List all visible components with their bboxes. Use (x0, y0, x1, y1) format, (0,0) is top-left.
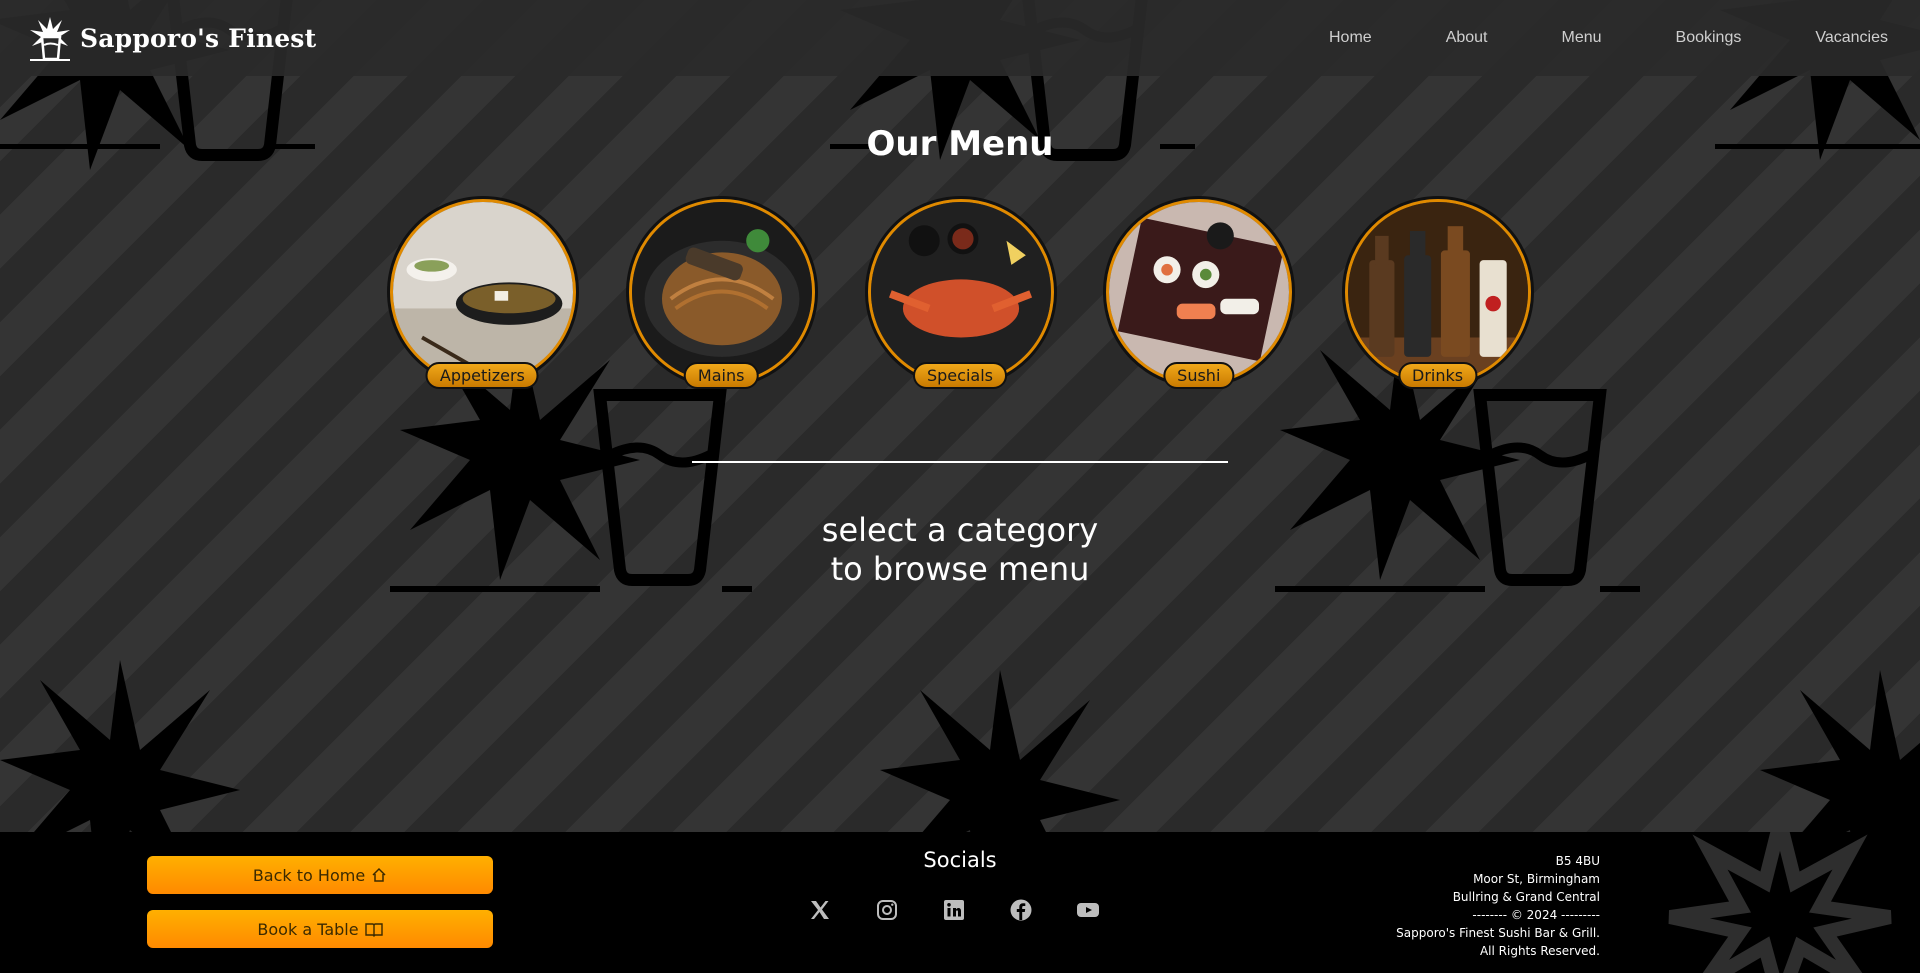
book-table-button[interactable]: Book a Table (147, 910, 493, 948)
prompt-line-1: select a category (821, 511, 1099, 549)
category-mains[interactable]: Mains (628, 199, 815, 399)
instagram-icon[interactable] (875, 898, 899, 922)
book-icon (364, 923, 383, 937)
brand[interactable]: Sapporo's Finest (28, 15, 316, 61)
x-twitter-icon[interactable] (808, 898, 832, 922)
category-image (628, 199, 815, 385)
section-divider (692, 461, 1228, 463)
nav-menu[interactable]: Menu (1525, 29, 1639, 47)
nav-home[interactable]: Home (1292, 29, 1409, 47)
page-title: Our Menu (866, 124, 1054, 164)
category-label: Specials (912, 362, 1007, 389)
address-area: Bullring & Grand Central (1452, 890, 1600, 904)
category-label: Sushi (1163, 362, 1235, 389)
category-appetizers[interactable]: Appetizers (390, 199, 576, 399)
nav-about[interactable]: About (1409, 29, 1525, 47)
facebook-icon[interactable] (1009, 898, 1033, 922)
category-image (1106, 199, 1293, 385)
miso-soup-bowl-image (393, 202, 573, 382)
social-links (808, 898, 1100, 922)
category-drinks[interactable]: Drinks (1345, 199, 1532, 399)
main-nav: Home About Menu Bookings Vacancies (1292, 29, 1892, 47)
category-label: Appetizers (425, 362, 539, 389)
site-header: Sapporo's Finest Home About Menu Booking… (0, 0, 1920, 76)
linkedin-icon[interactable] (942, 898, 966, 922)
category-label: Mains (683, 362, 759, 389)
address-street: Moor St, Birmingham (1473, 872, 1600, 886)
copyright-line: -------- © 2024 --------- (1472, 908, 1600, 922)
address-block: B5 4BU Moor St, Birmingham Bullring & Gr… (1396, 852, 1600, 960)
category-image (867, 199, 1054, 385)
site-footer: Back to Home Book a Table Socials B5 4BU… (0, 832, 1920, 973)
company-name: Sapporo's Finest Sushi Bar & Grill. (1396, 926, 1600, 940)
brand-name: Sapporo's Finest (80, 23, 317, 53)
nav-bookings[interactable]: Bookings (1639, 29, 1779, 47)
sun-glass-logo-icon (30, 17, 70, 61)
address-postcode: B5 4BU (1555, 854, 1600, 868)
category-sushi[interactable]: Sushi (1106, 199, 1293, 399)
nav-vacancies[interactable]: Vacancies (1778, 29, 1892, 47)
category-image (390, 199, 576, 385)
menu-section: Our Menu Appetizers Mains Specials Sushi… (0, 76, 1920, 832)
category-specials[interactable]: Specials (867, 199, 1054, 399)
youtube-icon[interactable] (1076, 898, 1100, 922)
category-image (1345, 199, 1532, 385)
book-table-label: Book a Table (257, 919, 359, 939)
browse-prompt: select a category to browse menu (0, 511, 1920, 589)
category-label: Drinks (1398, 362, 1478, 389)
prompt-line-2: to browse menu (830, 550, 1090, 588)
sake-bottles-image (1348, 202, 1529, 382)
crab-platter-image (870, 202, 1051, 382)
socials-title: Socials (923, 848, 997, 872)
noodles-with-fish-image (631, 202, 812, 382)
sushi-tray-image (1109, 202, 1290, 382)
rights-reserved: All Rights Reserved. (1479, 944, 1600, 958)
category-list: Appetizers Mains Specials Sushi Drinks (390, 199, 1532, 399)
